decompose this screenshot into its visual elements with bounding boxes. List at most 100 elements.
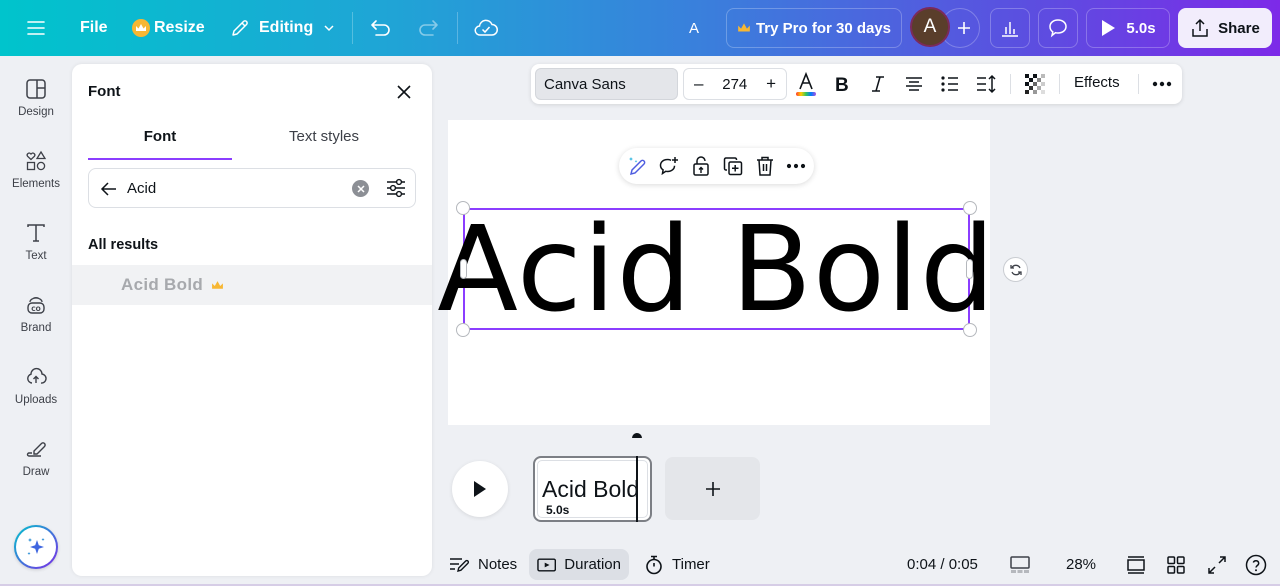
sliders-filter-icon xyxy=(387,178,405,198)
avatar[interactable]: A xyxy=(910,7,950,47)
resize-handle-bottom-right[interactable] xyxy=(963,323,977,337)
rail-item-draw[interactable]: Draw xyxy=(0,438,72,502)
present-play-button[interactable]: 5.0s xyxy=(1086,8,1170,48)
playhead-handle[interactable] xyxy=(632,433,642,438)
tab-font[interactable]: Font xyxy=(88,128,232,160)
close-icon xyxy=(397,85,411,99)
bold-button[interactable]: B xyxy=(830,72,854,96)
close-panel-button[interactable] xyxy=(394,82,414,102)
rail-item-text[interactable]: Text xyxy=(0,222,72,286)
selected-text-box[interactable]: Acid Bold xyxy=(437,208,995,330)
increase-size-button[interactable]: + xyxy=(766,74,776,94)
timeline-play-button[interactable] xyxy=(452,461,508,517)
resize-button[interactable]: Resize xyxy=(132,0,205,56)
undo-icon xyxy=(371,20,390,36)
more-actions-button[interactable] xyxy=(784,154,808,178)
comments-button[interactable] xyxy=(1038,8,1078,48)
crown-icon xyxy=(738,23,750,32)
file-menu-button[interactable]: File xyxy=(80,0,108,56)
comment-add-icon xyxy=(659,157,678,176)
editing-mode-dropdown[interactable]: Editing xyxy=(230,0,336,56)
back-button[interactable] xyxy=(99,179,119,199)
chevron-down-icon xyxy=(324,25,334,32)
more-horizontal-icon xyxy=(1152,81,1172,87)
magic-pencil-icon xyxy=(629,157,646,176)
cloud-saved-button[interactable] xyxy=(474,0,498,56)
help-button[interactable] xyxy=(1245,554,1267,576)
notes-button[interactable]: Notes xyxy=(440,549,525,580)
decrease-size-button[interactable]: – xyxy=(694,74,703,94)
cloud-upload-icon xyxy=(27,367,47,384)
divider xyxy=(352,12,353,44)
resize-handle-bottom-left[interactable] xyxy=(456,323,470,337)
font-size-value[interactable]: 274 xyxy=(722,76,747,93)
transparency-checker-icon xyxy=(1025,74,1045,94)
share-upload-icon xyxy=(1192,18,1208,37)
pro-crown-icon xyxy=(212,280,223,289)
font-search-input[interactable] xyxy=(127,177,347,199)
divider xyxy=(1138,74,1139,94)
timeline-page-clip[interactable]: Acid Bold 5.0s xyxy=(533,456,652,522)
rotate-handle[interactable] xyxy=(1003,257,1028,282)
comment-icon xyxy=(1049,19,1067,38)
pencil-icon xyxy=(232,20,248,36)
sparkles-icon xyxy=(27,538,45,555)
resize-handle-top-left[interactable] xyxy=(456,201,470,215)
canvas-text[interactable]: Acid Bold xyxy=(437,210,995,328)
rail-item-uploads[interactable]: Uploads xyxy=(0,366,72,430)
resize-handle-top-right[interactable] xyxy=(963,201,977,215)
list-button[interactable] xyxy=(938,72,962,96)
share-button[interactable]: Share xyxy=(1178,8,1272,48)
redo-icon xyxy=(419,20,438,36)
resize-handle-right[interactable] xyxy=(966,259,973,279)
effects-button[interactable]: Effects xyxy=(1074,74,1120,91)
add-page-button[interactable] xyxy=(665,457,760,520)
grid-view-button[interactable] xyxy=(1165,554,1187,576)
clear-search-button[interactable] xyxy=(352,180,369,197)
redo-button[interactable] xyxy=(417,0,439,56)
single-page-view-icon xyxy=(1127,556,1145,574)
duration-play-box-icon xyxy=(537,557,557,572)
hamburger-icon xyxy=(27,21,45,35)
playhead[interactable] xyxy=(636,456,638,522)
resize-handle-left[interactable] xyxy=(460,259,467,279)
top-bar: File Resize Editing A Try Pro for 30 day… xyxy=(0,0,1280,56)
spacing-button[interactable] xyxy=(974,72,998,96)
filter-button[interactable] xyxy=(385,177,407,199)
magic-edit-button[interactable] xyxy=(625,154,649,178)
text-color-button[interactable] xyxy=(794,71,818,96)
magic-assistant-button[interactable] xyxy=(14,525,58,569)
timer-button[interactable]: Timer xyxy=(636,549,718,580)
elements-shapes-icon xyxy=(26,150,47,171)
delete-button[interactable] xyxy=(753,154,777,178)
try-pro-button[interactable]: Try Pro for 30 days xyxy=(726,8,902,48)
font-family-select[interactable]: Canva Sans xyxy=(535,68,678,100)
duration-button[interactable]: Duration xyxy=(529,549,629,580)
design-layout-icon xyxy=(26,79,46,99)
add-comment-button[interactable] xyxy=(657,154,681,178)
tab-text-styles[interactable]: Text styles xyxy=(252,128,396,160)
font-result-item[interactable]: Acid Bold xyxy=(72,265,432,305)
rail-item-brand[interactable]: CO Brand xyxy=(0,294,72,358)
lock-button[interactable] xyxy=(689,154,713,178)
left-rail: Design Elements Text CO Brand Uploads Dr… xyxy=(0,56,72,586)
play-icon xyxy=(1102,20,1116,36)
duplicate-button[interactable] xyxy=(721,154,745,178)
main-menu-button[interactable] xyxy=(26,0,46,56)
align-center-button[interactable] xyxy=(902,72,926,96)
insights-button[interactable] xyxy=(990,8,1030,48)
time-readout: 0:04 / 0:05 xyxy=(907,556,978,573)
transparency-button[interactable] xyxy=(1023,72,1047,96)
zoom-level[interactable]: 28% xyxy=(1066,556,1096,573)
more-options-button[interactable] xyxy=(1150,72,1174,96)
pages-panel-button[interactable] xyxy=(1009,554,1031,576)
svg-text:B: B xyxy=(835,75,849,93)
undo-button[interactable] xyxy=(370,0,392,56)
expand-icon xyxy=(1208,556,1226,574)
rail-item-design[interactable]: Design xyxy=(0,78,72,142)
duplicate-icon xyxy=(723,157,743,176)
page-view-button[interactable] xyxy=(1125,554,1147,576)
rail-item-elements[interactable]: Elements xyxy=(0,150,72,214)
fullscreen-button[interactable] xyxy=(1206,554,1228,576)
italic-button[interactable] xyxy=(866,72,890,96)
